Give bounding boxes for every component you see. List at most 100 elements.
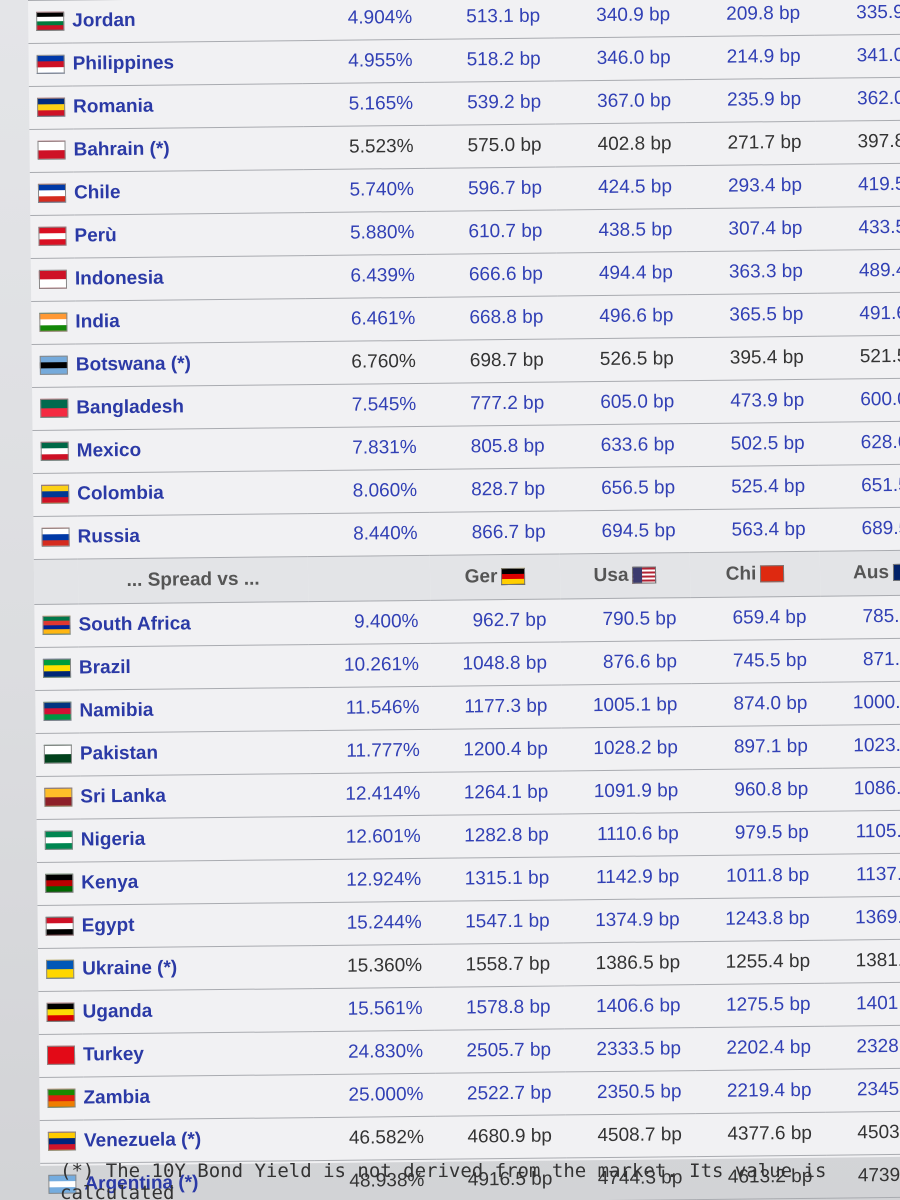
spread-aus-value[interactable]: 489.4 bp <box>816 248 900 294</box>
bond-yield-value[interactable]: 12.414% <box>310 772 433 817</box>
spread-aus-value[interactable]: 1105.6 bp <box>822 809 900 855</box>
country-link[interactable]: Kenya <box>81 859 312 905</box>
spread-aus-value[interactable]: 1137.9 bp <box>822 852 900 898</box>
spread-aus-value[interactable]: 651.5 bp <box>818 463 900 509</box>
spread-aus-value[interactable]: 600.0 bp <box>818 377 900 423</box>
spread-aus-value[interactable]: 2345.5 bp <box>825 1067 900 1113</box>
bond-yield-value[interactable]: 7.545% <box>306 383 429 428</box>
spread-ger-value[interactable]: 1200.4 bp <box>431 727 563 773</box>
spread-usa-value[interactable]: 2333.5 bp <box>564 1027 696 1072</box>
spread-usa-value[interactable]: 694.5 bp <box>559 509 690 554</box>
spread-usa-value[interactable]: 2350.5 bp <box>565 1070 696 1115</box>
bond-yield-value[interactable]: 6.439% <box>304 254 428 299</box>
spread-usa-value[interactable]: 1386.5 bp <box>563 941 695 986</box>
spread-usa-value[interactable]: 438.5 bp <box>556 208 687 253</box>
bond-yield-value[interactable]: 6.760% <box>305 340 429 385</box>
spread-chi-value[interactable]: 1255.4 bp <box>693 940 825 985</box>
spread-usa-value[interactable]: 402.8 bp <box>555 122 686 167</box>
country-link[interactable]: Zambia <box>83 1074 314 1120</box>
spread-chi-value[interactable]: 235.9 bp <box>684 78 816 123</box>
spread-aus-value[interactable]: 521.5 bp <box>817 334 900 380</box>
country-link[interactable]: Nigeria <box>80 816 312 862</box>
bond-yield-value[interactable]: 12.601% <box>310 815 434 860</box>
spread-ger-value[interactable]: 575.0 bp <box>425 123 556 169</box>
spread-usa-value[interactable]: 1374.9 bp <box>563 898 694 943</box>
country-link[interactable]: South Africa <box>78 601 309 648</box>
spread-chi-value[interactable]: 1275.5 bp <box>694 983 825 1028</box>
spread-ger-value[interactable]: 962.7 bp <box>430 598 561 644</box>
country-link[interactable]: Brazil <box>78 644 310 691</box>
spread-ger-value[interactable]: 596.7 bp <box>425 166 557 212</box>
spread-aus-value[interactable]: 1023.2 bp <box>821 723 900 769</box>
spread-usa-value[interactable]: 790.5 bp <box>560 597 691 642</box>
spread-aus-value[interactable]: 341.0 bp <box>814 33 900 79</box>
spread-chi-value[interactable]: 1243.8 bp <box>693 897 824 942</box>
bond-yield-value[interactable]: 25.000% <box>313 1073 436 1118</box>
spread-ger-value[interactable]: 518.2 bp <box>424 37 555 83</box>
spread-usa-value[interactable]: 605.0 bp <box>558 380 689 425</box>
spread-ger-value[interactable]: 2505.7 bp <box>434 1028 566 1074</box>
spread-usa-value[interactable]: 526.5 bp <box>557 337 689 382</box>
country-link[interactable]: Venezuela (*) <box>83 1117 315 1163</box>
spread-aus-value[interactable]: 4503.7 bp <box>825 1110 900 1156</box>
spread-usa-value[interactable]: 633.6 bp <box>558 423 689 468</box>
bond-yield-value[interactable]: 24.830% <box>312 1030 436 1075</box>
spread-aus-value[interactable]: 335.9 bp <box>813 0 900 36</box>
spread-chi-value[interactable]: 4377.6 bp <box>695 1112 827 1157</box>
spread-ger-value[interactable]: 698.7 bp <box>427 338 559 384</box>
country-link[interactable]: Ukraine (*) <box>81 945 313 991</box>
spread-chi-value[interactable]: 2219.4 bp <box>695 1069 826 1114</box>
spread-usa-value[interactable]: 494.4 bp <box>556 251 688 296</box>
header-ger[interactable]: Ger <box>429 553 561 601</box>
country-link[interactable]: Bahrain (*) <box>73 126 304 173</box>
country-link[interactable]: Sri Lanka <box>80 773 311 819</box>
spread-ger-value[interactable]: 666.6 bp <box>426 252 558 298</box>
bond-yield-value[interactable]: 12.924% <box>311 858 434 903</box>
country-link[interactable]: India <box>75 298 306 345</box>
spread-usa-value[interactable]: 1005.1 bp <box>561 683 692 728</box>
spread-aus-value[interactable]: 362.0 bp <box>814 76 900 122</box>
spread-ger-value[interactable]: 1578.8 bp <box>434 985 565 1031</box>
spread-aus-value[interactable]: 433.5 bp <box>816 205 900 251</box>
spread-chi-value[interactable]: 960.8 bp <box>692 768 823 813</box>
country-link[interactable]: Mexico <box>76 427 307 474</box>
spread-ger-value[interactable]: 866.7 bp <box>429 510 560 556</box>
spread-usa-value[interactable]: 876.6 bp <box>560 640 692 685</box>
spread-chi-value[interactable]: 979.5 bp <box>692 811 823 856</box>
spread-ger-value[interactable]: 1547.1 bp <box>433 899 564 945</box>
bond-yield-value[interactable]: 6.461% <box>305 297 428 342</box>
country-link[interactable]: Bangladesh <box>76 384 307 431</box>
spread-chi-value[interactable]: 1011.8 bp <box>692 854 824 899</box>
spread-usa-value[interactable]: 1406.6 bp <box>564 984 695 1029</box>
spread-ger-value[interactable]: 1558.7 bp <box>433 942 565 988</box>
spread-chi-value[interactable]: 525.4 bp <box>688 465 820 510</box>
spread-aus-value[interactable]: 419.5 bp <box>815 162 900 208</box>
spread-ger-value[interactable]: 1264.1 bp <box>432 770 563 816</box>
bond-yield-value[interactable]: 15.244% <box>311 901 434 946</box>
bond-yield-value[interactable]: 7.831% <box>306 426 429 471</box>
spread-aus-value[interactable]: 785.5 bp <box>820 594 900 640</box>
spread-usa-value[interactable]: 656.5 bp <box>558 466 690 511</box>
spread-aus-value[interactable]: 2328.5 bp <box>824 1024 900 1070</box>
bond-yield-value[interactable]: 46.582% <box>313 1116 437 1161</box>
country-link[interactable]: Philippines <box>72 40 303 87</box>
spread-aus-value[interactable]: 689.5 bp <box>819 506 900 552</box>
spread-chi-value[interactable]: 365.5 bp <box>687 293 818 338</box>
spread-chi-value[interactable]: 874.0 bp <box>691 682 822 727</box>
country-link[interactable]: Russia <box>77 513 308 560</box>
spread-aus-value[interactable]: 871.6 bp <box>820 637 900 683</box>
spread-aus-value[interactable]: 1000.1 bp <box>821 680 900 726</box>
spread-chi-value[interactable]: 307.4 bp <box>686 207 817 252</box>
spread-ger-value[interactable]: 805.8 bp <box>428 424 559 470</box>
spread-aus-value[interactable]: 1369.9 bp <box>823 895 900 941</box>
bond-yield-value[interactable]: 5.523% <box>303 125 426 170</box>
spread-aus-value[interactable]: 1401.6 bp <box>824 981 900 1027</box>
bond-yield-value[interactable]: 4.904% <box>301 0 425 41</box>
spread-chi-value[interactable]: 659.4 bp <box>690 596 821 641</box>
country-link[interactable]: Colombia <box>76 470 308 517</box>
bond-yield-value[interactable]: 10.261% <box>308 643 432 688</box>
spread-aus-value[interactable]: 628.6 bp <box>818 420 900 466</box>
spread-chi-value[interactable]: 745.5 bp <box>690 639 822 684</box>
spread-chi-value[interactable]: 473.9 bp <box>688 379 819 424</box>
spread-aus-value[interactable]: 1086.9 bp <box>822 766 900 812</box>
